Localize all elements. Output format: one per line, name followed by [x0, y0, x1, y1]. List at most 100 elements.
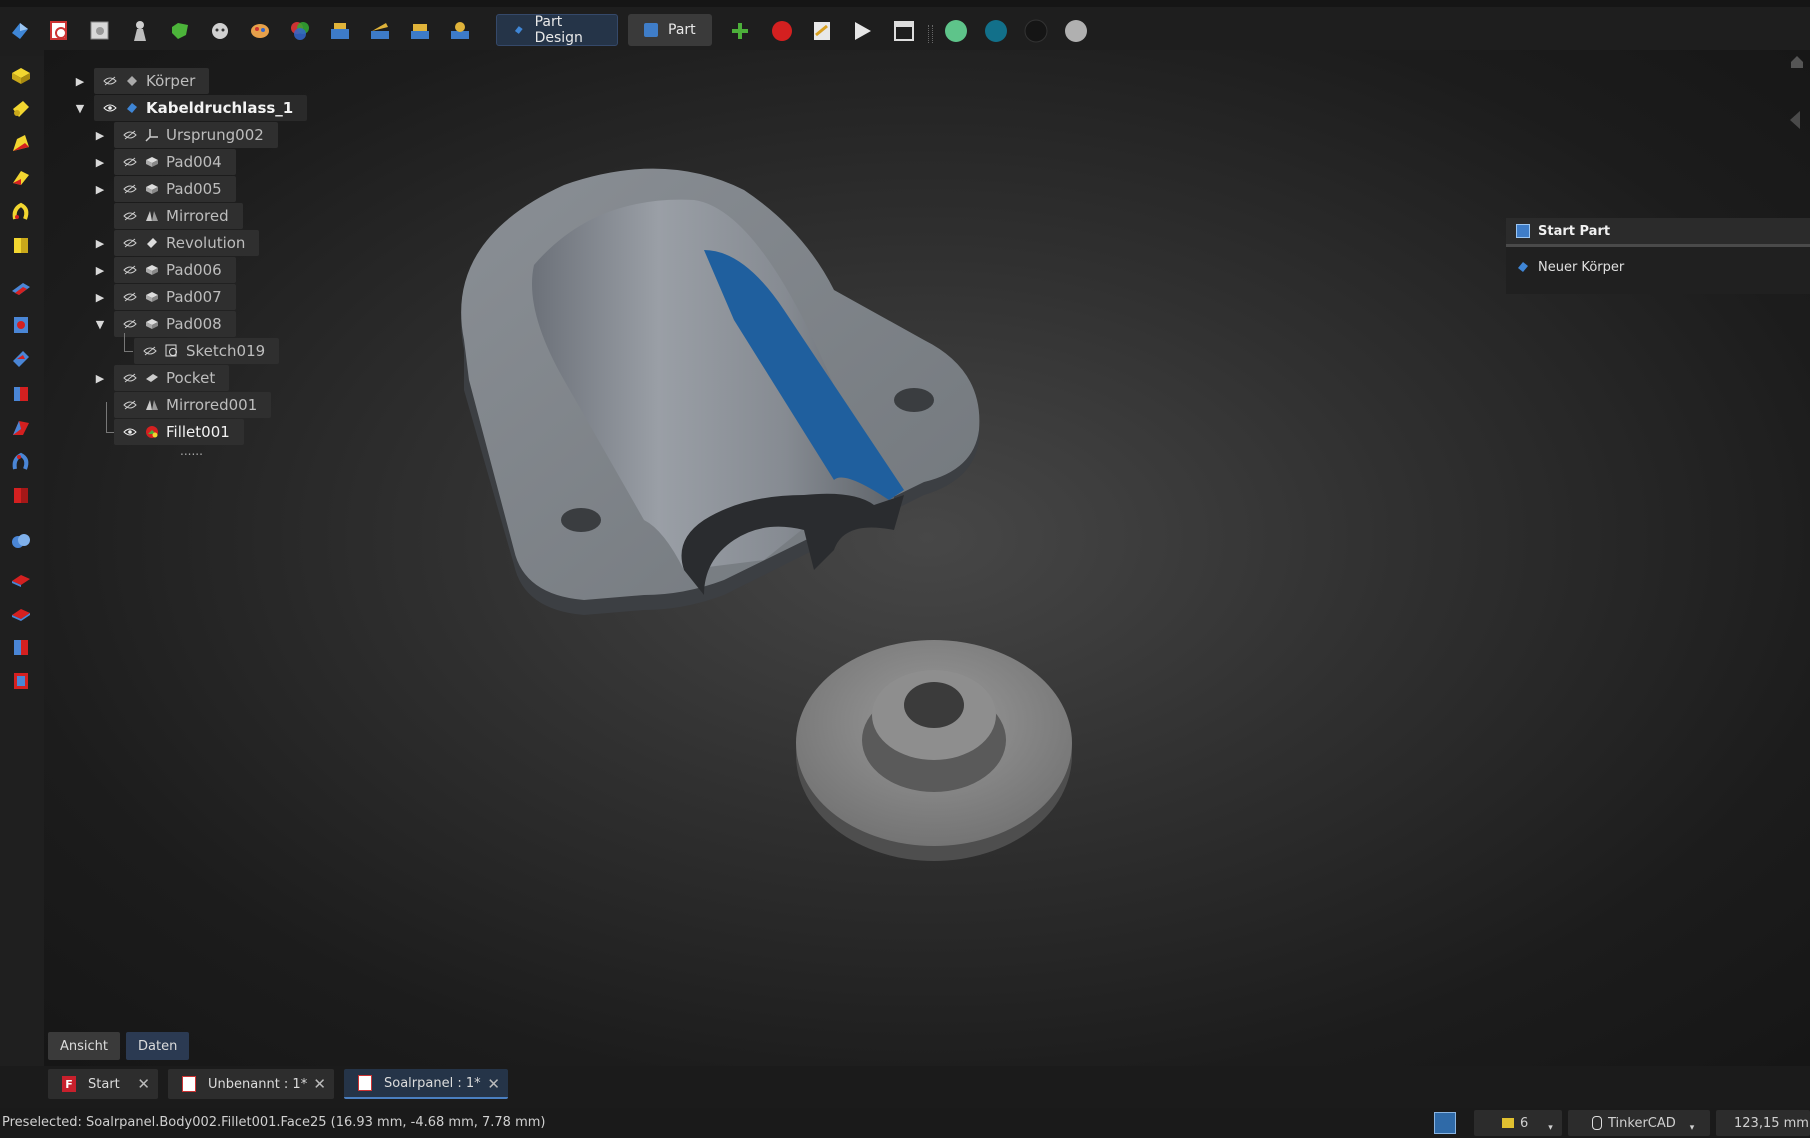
- subtractive-pipe-icon[interactable]: [8, 414, 34, 440]
- groove-icon[interactable]: [8, 346, 34, 372]
- body-blue-icon: [1518, 262, 1528, 272]
- color-black-icon[interactable]: [1022, 17, 1050, 45]
- color-teal-icon[interactable]: [982, 17, 1010, 45]
- measure-clear-icon[interactable]: [446, 17, 474, 45]
- workbench-part-design-button[interactable]: Part Design: [496, 14, 618, 46]
- tree-item-kabeldruchlass[interactable]: Kabeldruchlass_1: [94, 95, 308, 121]
- close-icon[interactable]: ✕: [487, 1075, 500, 1093]
- subtractive-loft-icon[interactable]: [8, 380, 34, 406]
- expand-arrow-icon[interactable]: ▶: [94, 129, 106, 142]
- clone-icon[interactable]: [206, 17, 234, 45]
- thickness-icon[interactable]: [8, 668, 34, 694]
- additive-loft-icon[interactable]: [8, 130, 34, 156]
- hidden-eye-icon[interactable]: [122, 210, 138, 222]
- expand-arrow-icon[interactable]: ▶: [94, 156, 106, 169]
- tree-item-pad007[interactable]: Pad007: [114, 284, 236, 310]
- additive-pipe-icon[interactable]: [8, 164, 34, 190]
- new-body-action[interactable]: Neuer Körper: [1506, 247, 1810, 287]
- expand-arrow-icon[interactable]: ▶: [94, 291, 106, 304]
- fillet-icon[interactable]: [8, 566, 34, 592]
- hidden-eye-icon[interactable]: [122, 399, 138, 411]
- subtractive-helix-icon[interactable]: [8, 448, 34, 474]
- tree-item-ursprung[interactable]: Ursprung002: [114, 122, 278, 148]
- expand-arrow-icon[interactable]: ▶: [94, 237, 106, 250]
- material-icon[interactable]: [246, 17, 274, 45]
- chamfer-icon[interactable]: [8, 600, 34, 626]
- 3d-viewport[interactable]: ▶ Körper ▼ Kabeldruchlass_1 ▶ Ursprung00…: [44, 50, 1810, 1066]
- pad-icon[interactable]: [8, 62, 34, 88]
- additive-helix-icon[interactable]: [8, 198, 34, 224]
- draft-icon[interactable]: [8, 634, 34, 660]
- tree-item-pad005[interactable]: Pad005: [114, 176, 236, 202]
- record-macro-icon[interactable]: [768, 17, 796, 45]
- additive-primitive-icon[interactable]: [8, 232, 34, 258]
- appearance-icon[interactable]: [286, 17, 314, 45]
- part-design-icon[interactable]: [6, 17, 34, 45]
- measure-refresh-icon[interactable]: [406, 17, 434, 45]
- doc-tab-unbenannt[interactable]: Unbenannt : 1* ✕: [168, 1069, 334, 1099]
- tree-item-revolution[interactable]: Revolution: [114, 230, 260, 256]
- validate-sketch-icon[interactable]: [86, 17, 114, 45]
- hidden-eye-icon[interactable]: [122, 237, 138, 249]
- window-icon[interactable]: [890, 17, 918, 45]
- color-gray-icon[interactable]: [1062, 17, 1090, 45]
- hidden-eye-icon[interactable]: [122, 318, 138, 330]
- run-macro-icon[interactable]: [848, 17, 876, 45]
- expand-arrow-icon[interactable]: ▶: [94, 183, 106, 196]
- doc-tab-soalrpanel[interactable]: Soalrpanel : 1* ✕: [344, 1069, 508, 1099]
- tab-view[interactable]: Ansicht: [48, 1032, 121, 1060]
- measure-linear-icon[interactable]: [326, 17, 354, 45]
- color-green-icon[interactable]: [942, 17, 970, 45]
- close-icon[interactable]: ✕: [137, 1075, 150, 1093]
- tree-item-mirrored[interactable]: Mirrored: [114, 203, 243, 229]
- tree-item-sketch019[interactable]: Sketch019: [134, 338, 280, 364]
- measure-angular-icon[interactable]: [366, 17, 394, 45]
- hidden-eye-icon[interactable]: [122, 264, 138, 276]
- hole-icon[interactable]: [8, 312, 34, 338]
- expand-arrow-icon[interactable]: ▶: [74, 75, 86, 88]
- navigation-style-label: TinkerCAD: [1608, 1115, 1676, 1131]
- tree-item-pad004[interactable]: Pad004: [114, 149, 236, 175]
- revolution-icon[interactable]: [8, 96, 34, 122]
- pocket-icon[interactable]: [8, 278, 34, 304]
- navigation-style-selector[interactable]: TinkerCAD ▾: [1568, 1110, 1710, 1136]
- tree-item-fillet001[interactable]: Fillet001: [114, 419, 244, 445]
- notification-area[interactable]: 6 ▾: [1474, 1110, 1562, 1136]
- 3d-model-view[interactable]: [44, 50, 1810, 1066]
- hidden-eye-icon[interactable]: [122, 129, 138, 141]
- hidden-eye-icon[interactable]: [122, 183, 138, 195]
- dropdown-icon: ▾: [1689, 1123, 1695, 1133]
- add-icon[interactable]: [726, 17, 754, 45]
- shape-binder-icon[interactable]: [166, 17, 194, 45]
- expand-arrow-icon[interactable]: ▶: [94, 264, 106, 277]
- workbench-part-design-label: Part Design: [534, 14, 583, 46]
- collapse-arrow-icon[interactable]: ▼: [94, 318, 106, 331]
- tab-data[interactable]: Daten: [126, 1032, 190, 1060]
- doc-tab-start[interactable]: F Start ✕: [48, 1069, 158, 1099]
- home-view-icon[interactable]: [1790, 54, 1804, 68]
- hidden-eye-icon[interactable]: [122, 372, 138, 384]
- tree-item-pad006[interactable]: Pad006: [114, 257, 236, 283]
- mirrored-icon[interactable]: [8, 528, 34, 554]
- python-console-icon[interactable]: [1434, 1112, 1456, 1134]
- expand-arrow-icon[interactable]: ▶: [94, 372, 106, 385]
- nav-arrow-left-icon[interactable]: [1788, 110, 1802, 130]
- tree-more-indicator[interactable]: ......: [180, 444, 203, 458]
- close-icon[interactable]: ✕: [313, 1075, 326, 1093]
- subtractive-primitive-icon[interactable]: [8, 482, 34, 508]
- tree-item-pocket[interactable]: Pocket: [114, 365, 230, 391]
- collapse-arrow-icon[interactable]: ▼: [74, 102, 86, 115]
- macro-editor-icon[interactable]: [808, 17, 836, 45]
- body-icon[interactable]: [126, 17, 154, 45]
- hidden-eye-icon[interactable]: [142, 345, 158, 357]
- new-sketch-icon[interactable]: [46, 17, 74, 45]
- hidden-eye-icon[interactable]: [102, 75, 118, 87]
- tree-item-koerper[interactable]: Körper: [94, 68, 210, 94]
- visible-eye-icon[interactable]: [102, 102, 118, 114]
- visible-eye-icon[interactable]: [122, 426, 138, 438]
- task-panel-header[interactable]: Start Part: [1506, 218, 1810, 247]
- hidden-eye-icon[interactable]: [122, 156, 138, 168]
- tree-item-mirrored001[interactable]: Mirrored001: [114, 392, 272, 418]
- workbench-part-button[interactable]: Part: [628, 14, 712, 46]
- hidden-eye-icon[interactable]: [122, 291, 138, 303]
